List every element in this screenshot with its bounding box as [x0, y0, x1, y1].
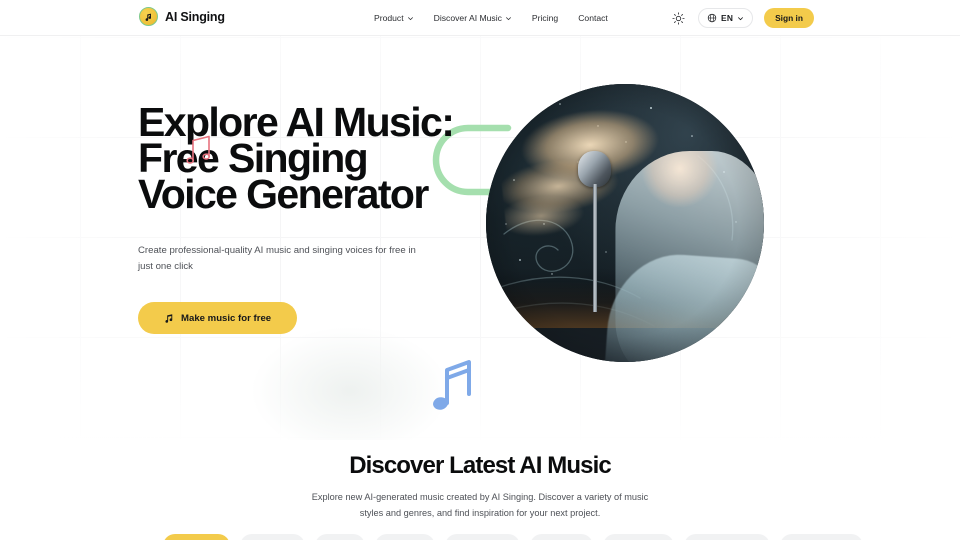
filter-pill[interactable] — [530, 534, 593, 540]
genre-filter-row — [163, 534, 863, 540]
language-selector[interactable]: EN — [698, 8, 754, 28]
filter-pill[interactable] — [780, 534, 863, 540]
music-note-icon — [139, 7, 158, 26]
discover-section: Discover Latest AI Music Explore new AI-… — [0, 440, 960, 540]
nav-label: Discover AI Music — [433, 13, 502, 23]
make-music-button[interactable]: Make music for free — [138, 302, 298, 334]
chevron-down-icon — [407, 16, 413, 20]
music-note-icon — [165, 313, 173, 323]
filter-pill[interactable] — [684, 534, 770, 540]
beamed-note-icon — [433, 360, 471, 410]
landing-page: AI Singing Product Discover AI Music Pri… — [0, 0, 960, 540]
hero-artwork — [486, 84, 764, 362]
brand-logo[interactable]: AI Singing — [139, 7, 225, 26]
theme-toggle-button[interactable] — [670, 10, 687, 27]
nav-item-product[interactable]: Product — [374, 13, 414, 23]
nav-item-discover-ai-music[interactable]: Discover AI Music — [434, 13, 512, 23]
section-description: Explore new AI-generated music created b… — [311, 492, 649, 518]
brand-name: AI Singing — [165, 9, 225, 24]
language-label: EN — [721, 13, 734, 23]
filter-pill[interactable] — [375, 534, 435, 540]
filter-pill[interactable] — [163, 534, 230, 540]
sign-in-button[interactable]: Sign in — [764, 8, 814, 28]
make-music-label: Make music for free — [181, 312, 272, 324]
filter-pill[interactable] — [240, 534, 305, 540]
filter-pill[interactable] — [603, 534, 674, 540]
artwork-vignette — [486, 84, 764, 362]
filter-pill[interactable] — [315, 534, 365, 540]
hero-subtitle: Create professional-quality AI music and… — [138, 245, 416, 272]
chevron-down-icon — [506, 16, 511, 20]
background-glow — [250, 326, 450, 440]
chevron-down-icon — [738, 16, 744, 20]
header-actions: EN Sign in — [670, 0, 814, 36]
main-navigation: Product Discover AI Music Pricing Contac… — [374, 0, 608, 36]
site-header: AI Singing Product Discover AI Music Pri… — [0, 0, 960, 36]
globe-icon — [707, 13, 717, 23]
hero-section: Explore AI Music: Free Singing Voice Gen… — [0, 36, 960, 440]
nav-label: Pricing — [531, 13, 559, 23]
section-title: Discover Latest AI Music — [349, 452, 612, 479]
nav-label: Contact — [578, 13, 608, 23]
nav-label: Product — [374, 13, 404, 23]
sun-icon — [672, 11, 685, 25]
nav-item-pricing[interactable]: Pricing — [532, 13, 558, 23]
filter-pill[interactable] — [445, 534, 520, 540]
music-note-outline-icon — [186, 135, 211, 164]
nav-item-contact[interactable]: Contact — [578, 13, 608, 23]
